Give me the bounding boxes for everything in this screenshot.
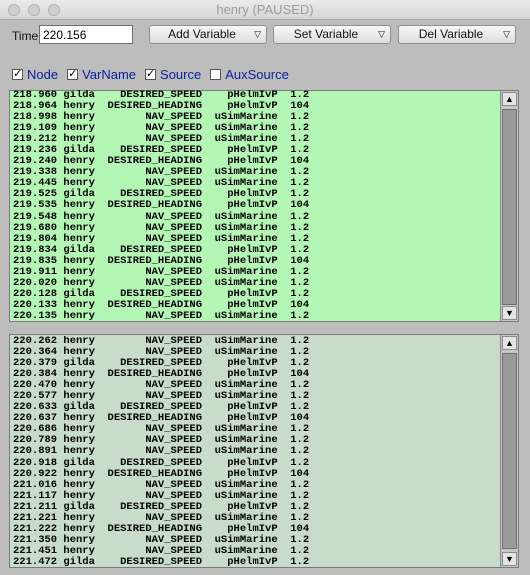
auxsource-toggle[interactable]: AuxSource — [210, 67, 289, 82]
set-variable-button[interactable]: Set Variable ▽ — [273, 25, 391, 44]
history-scrollbar[interactable]: ▲ ▼ — [500, 91, 518, 321]
varname-toggle-label: VarName — [82, 67, 137, 82]
history-scroll-thumb[interactable] — [502, 109, 517, 305]
node-toggle[interactable]: ✓ Node — [12, 67, 58, 82]
live-pane[interactable]: 220.262 henry NAV_SPEED uSimMarine 1.2 22… — [9, 334, 519, 568]
del-variable-label: Del Variable — [418, 27, 484, 41]
set-variable-label: Set Variable — [293, 27, 359, 41]
scroll-down-arrow-icon[interactable]: ▼ — [502, 552, 517, 566]
del-variable-button[interactable]: Del Variable ▽ — [398, 25, 516, 44]
zoom-window-button[interactable] — [48, 4, 60, 16]
log-line: 219.680 henry NAV_SPEED uSimMarine 1.2 — [13, 221, 310, 234]
live-scroll-thumb[interactable] — [502, 353, 517, 549]
dropdown-triangle-icon: ▽ — [378, 29, 385, 39]
log-line: 220.922 henry DESIRED_HEADING pHelmIvP 1… — [13, 467, 310, 480]
varname-toggle[interactable]: ✓ VarName — [67, 67, 136, 82]
log-line: 220.891 henry NAV_SPEED uSimMarine 1.2 — [13, 445, 310, 458]
log-line: 219.804 henry NAV_SPEED uSimMarine 1.2 — [13, 232, 310, 245]
live-lines: 220.262 henry NAV_SPEED uSimMarine 1.2 22… — [13, 336, 498, 567]
time-label: Time: — [12, 29, 42, 43]
source-checkbox[interactable]: ✓ — [145, 69, 157, 80]
varname-checkbox[interactable]: ✓ — [67, 69, 79, 80]
log-line: 220.918 gilda DESIRED_SPEED pHelmIvP 1.2 — [13, 456, 310, 469]
window-controls — [8, 4, 60, 16]
add-variable-label: Add Variable — [168, 27, 236, 41]
dropdown-triangle-icon: ▽ — [503, 29, 510, 39]
node-checkbox[interactable]: ✓ — [12, 69, 23, 80]
log-line: 219.548 henry NAV_SPEED uSimMarine 1.2 — [13, 210, 310, 223]
history-pane[interactable]: 218.960 gilda DESIRED_SPEED pHelmIvP 1.2… — [9, 90, 519, 322]
scroll-down-arrow-icon[interactable]: ▼ — [502, 306, 517, 320]
node-toggle-label: Node — [27, 67, 59, 82]
column-toggles: ✓ Node ✓ VarName ✓ Source AuxSource — [12, 67, 298, 82]
scroll-up-arrow-icon[interactable]: ▲ — [502, 336, 517, 350]
history-lines: 218.960 gilda DESIRED_SPEED pHelmIvP 1.2… — [13, 90, 498, 321]
window-titlebar: henry (PAUSED) — [0, 0, 530, 20]
live-scrollbar[interactable]: ▲ ▼ — [500, 335, 518, 567]
source-toggle-label: Source — [160, 67, 202, 82]
log-line: 221.472 gilda DESIRED_SPEED pHelmIvP 1.2 — [13, 555, 310, 567]
window-title: henry (PAUSED) — [216, 2, 314, 17]
log-line: 221.016 henry NAV_SPEED uSimMarine 1.2 — [13, 478, 310, 491]
log-line: 219.535 henry DESIRED_HEADING pHelmIvP 1… — [13, 199, 310, 212]
auxsource-checkbox[interactable] — [210, 69, 222, 80]
auxsource-toggle-label: AuxSource — [225, 67, 289, 82]
log-line: 220.135 henry NAV_SPEED uSimMarine 1.2 — [13, 309, 310, 321]
add-variable-button[interactable]: Add Variable ▽ — [149, 25, 267, 44]
time-input[interactable] — [39, 25, 133, 44]
scroll-up-arrow-icon[interactable]: ▲ — [502, 92, 517, 106]
minimize-window-button[interactable] — [28, 4, 40, 16]
close-window-button[interactable] — [8, 4, 20, 16]
dropdown-triangle-icon: ▽ — [254, 29, 261, 39]
source-toggle[interactable]: ✓ Source — [145, 67, 201, 82]
